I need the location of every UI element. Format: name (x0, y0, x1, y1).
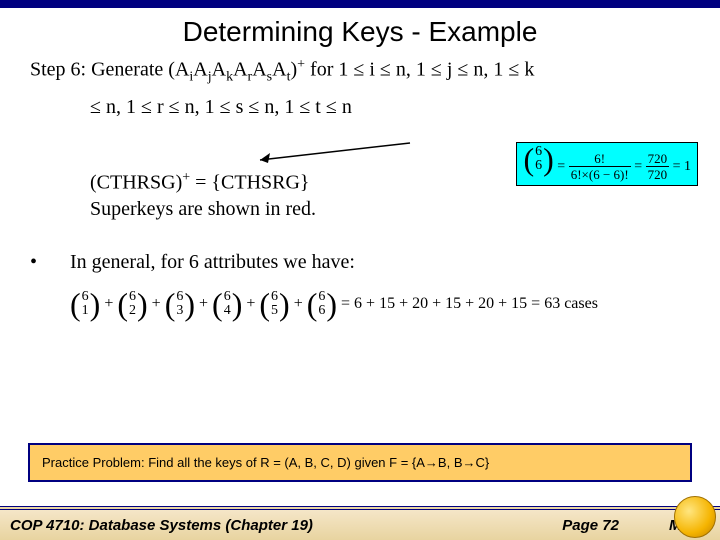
frac-2: 720720 (646, 151, 670, 183)
f-num2: 720 (646, 151, 670, 168)
f-den1: 6!×(6 − 6)! (569, 167, 631, 183)
step-for: for 1 ≤ i ≤ n, 1 ≤ j ≤ n, 1 ≤ k (305, 59, 534, 81)
b2-top: 6 (129, 290, 136, 304)
footer: COP 4710: Database Systems (Chapter 19) … (0, 506, 720, 540)
b4-bot: 4 (224, 304, 231, 318)
b6-top: 6 (318, 290, 325, 304)
combo-eq: = 6 + 15 + 20 + 15 + 20 + 15 = 63 cases (341, 295, 598, 313)
b2-bot: 2 (129, 304, 136, 318)
plus-2: + (152, 295, 161, 313)
b5-bot: 5 (271, 304, 278, 318)
b5-top: 6 (271, 290, 278, 304)
bullet-text: In general, for 6 attributes we have: (70, 249, 355, 276)
closure-result: = {CTHSRG} (190, 171, 309, 193)
formula-binom: (66) (523, 145, 553, 173)
combo-formula: (61) + (62) + (63) + (64) + (65) + (66) … (70, 290, 690, 318)
b3-top: 6 (176, 290, 183, 304)
b3-bot: 3 (176, 304, 183, 318)
plus-5: + (294, 295, 303, 313)
closure-line-2: Superkeys are shown in red. (90, 196, 690, 223)
combo-row: (61) + (62) + (63) + (64) + (65) + (66) … (30, 290, 690, 318)
step-line-1: Step 6: Generate (AiAjAkArAsAt)+ for 1 ≤… (30, 56, 690, 88)
footer-course: COP 4710: Database Systems (Chapter 19) (10, 517, 562, 534)
binom-4: (64) (212, 290, 242, 318)
footer-page: Page 72 (562, 517, 619, 534)
bullet-dot: • (30, 249, 70, 276)
slide-body: Step 6: Generate (AiAjAkArAsAt)+ for 1 ≤… (0, 56, 720, 318)
frac-1: 6!6!×(6 − 6)! (569, 151, 631, 183)
slide-title: Determining Keys - Example (0, 16, 720, 48)
step-a4: A (233, 59, 247, 81)
f-den2: 720 (646, 167, 670, 183)
binom-6: (66) (307, 290, 337, 318)
plus-3: + (199, 295, 208, 313)
closure-base: (CTHRSG) (90, 171, 182, 193)
closure-sup: + (182, 170, 190, 185)
step-plus: + (297, 57, 305, 72)
plus-4: + (246, 295, 255, 313)
practice-box: Practice Problem: Find all the keys of R… (28, 443, 692, 482)
step-a5: A (252, 59, 266, 81)
plus-1: + (104, 295, 113, 313)
binom-5: (65) (259, 290, 289, 318)
b1-top: 6 (82, 290, 89, 304)
b1-bot: 1 (82, 304, 89, 318)
f-eq2: = (634, 159, 642, 174)
f-num1: 6! (569, 151, 631, 168)
f-eq1: = (557, 159, 565, 174)
fb-top: 6 (535, 145, 542, 159)
fb-bot: 6 (535, 159, 542, 173)
ucf-logo-icon (674, 496, 716, 538)
formula-box: (66) = 6!6!×(6 − 6)! = 720720 = 1 (516, 142, 698, 186)
step-a2: A (193, 59, 207, 81)
binom-1: (61) (70, 290, 100, 318)
slide: Determining Keys - Example Step 6: Gener… (0, 0, 720, 540)
step-a3: A (212, 59, 226, 81)
step-line-2: ≤ n, 1 ≤ r ≤ n, 1 ≤ s ≤ n, 1 ≤ t ≤ n (30, 94, 690, 121)
f-eq3: = 1 (673, 159, 691, 174)
b4-top: 6 (224, 290, 231, 304)
bullet-row: • In general, for 6 attributes we have: (30, 249, 690, 276)
b6-bot: 6 (318, 304, 325, 318)
binom-3: (63) (165, 290, 195, 318)
step-label: Step 6: Generate (A (30, 59, 189, 81)
binom-2: (62) (117, 290, 147, 318)
step-a6: A (272, 59, 286, 81)
